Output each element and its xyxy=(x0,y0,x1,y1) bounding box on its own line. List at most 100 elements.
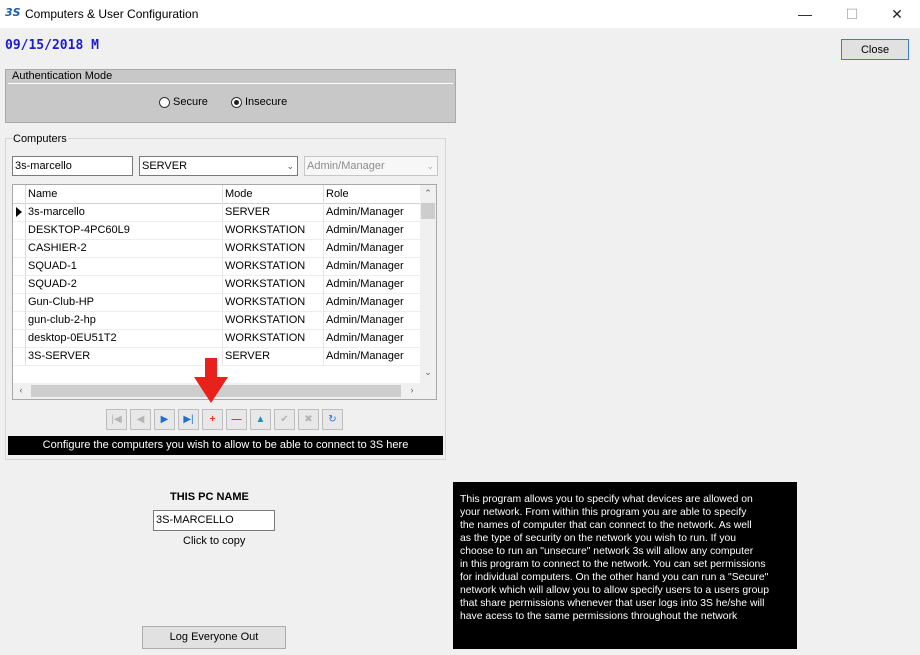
minimize-button[interactable]: — xyxy=(782,0,828,28)
cell-name: 3S-SERVER xyxy=(28,350,91,362)
cell-name: gun-club-2-hp xyxy=(28,314,96,326)
info-line: choose to run an "unsecure" network 3s w… xyxy=(460,546,754,557)
table-row[interactable]: Gun-Club-HP WORKSTATION Admin/Manager xyxy=(13,293,421,312)
window-title: Computers & User Configuration xyxy=(25,7,199,21)
grid-header: Name Mode Role xyxy=(13,185,421,204)
cell-mode: WORKSTATION xyxy=(225,242,306,254)
record-navigator: |◀ ◀ ▶ ▶| + — ▲ ✔ ✖ ↻ xyxy=(106,409,346,431)
cell-role: Admin/Manager xyxy=(326,350,404,362)
cancel-record-icon[interactable]: ✖ xyxy=(298,409,319,430)
table-row[interactable]: 3S-SERVER SERVER Admin/Manager xyxy=(13,347,421,366)
row-indicator xyxy=(13,203,26,221)
row-indicator xyxy=(13,221,26,239)
scroll-right-icon[interactable]: › xyxy=(404,385,420,395)
cell-name: SQUAD-1 xyxy=(28,260,77,272)
table-row[interactable]: 3s-marcello SERVER Admin/Manager xyxy=(13,203,421,222)
secure-radio[interactable]: Secure xyxy=(159,96,208,108)
scroll-up-icon[interactable]: ⌃ xyxy=(420,188,436,199)
maximize-button[interactable]: ☐ xyxy=(829,0,875,28)
cell-divider xyxy=(323,221,324,239)
vertical-scroll-thumb[interactable] xyxy=(421,203,435,219)
cell-mode: WORKSTATION xyxy=(225,278,306,290)
info-line: have acess to the same permissions throu… xyxy=(460,611,738,622)
cell-role: Admin/Manager xyxy=(326,260,404,272)
first-record-icon[interactable]: |◀ xyxy=(106,409,127,430)
info-line: your network. From within this program y… xyxy=(460,507,747,518)
cell-role: Admin/Manager xyxy=(326,242,404,254)
mode-select-value: SERVER xyxy=(142,160,188,172)
cell-role: Admin/Manager xyxy=(326,224,404,236)
cell-divider xyxy=(222,257,223,275)
role-select-value: Admin/Manager xyxy=(307,160,385,172)
cell-mode: SERVER xyxy=(225,206,271,218)
next-record-icon[interactable]: ▶ xyxy=(154,409,175,430)
cell-role: Admin/Manager xyxy=(326,314,404,326)
info-line: for individual computers. On the other h… xyxy=(460,572,769,583)
window-close-button[interactable]: ✕ xyxy=(874,0,920,28)
column-divider xyxy=(323,185,324,203)
row-indicator xyxy=(13,311,26,329)
cell-name: desktop-0EU51T2 xyxy=(28,332,117,344)
info-line: as the type of security on the network y… xyxy=(460,533,737,544)
info-line: network which will allow you to allow sp… xyxy=(460,585,769,596)
column-header-name[interactable]: Name xyxy=(28,188,57,200)
cell-divider xyxy=(222,347,223,365)
role-select[interactable]: Admin/Manager ⌄ xyxy=(304,156,438,176)
cell-divider xyxy=(222,329,223,347)
table-row[interactable]: DESKTOP-4PC60L9 WORKSTATION Admin/Manage… xyxy=(13,221,421,240)
cell-divider xyxy=(323,329,324,347)
secure-radio-circle[interactable] xyxy=(159,96,170,108)
table-row[interactable]: desktop-0EU51T2 WORKSTATION Admin/Manage… xyxy=(13,329,421,348)
chevron-down-icon[interactable]: ⌄ xyxy=(426,157,434,175)
info-panel: This program allows you to specify what … xyxy=(453,482,797,649)
table-row[interactable]: SQUAD-2 WORKSTATION Admin/Manager xyxy=(13,275,421,294)
cell-mode: WORKSTATION xyxy=(225,314,306,326)
table-row[interactable]: gun-club-2-hp WORKSTATION Admin/Manager xyxy=(13,311,421,330)
log-everyone-out-button[interactable]: Log Everyone Out xyxy=(142,626,286,649)
scroll-left-icon[interactable]: ‹ xyxy=(13,385,29,395)
cell-mode: WORKSTATION xyxy=(225,224,306,236)
row-indicator xyxy=(13,329,26,347)
computers-grid[interactable]: Name Mode Role 3s-marcello SERVER Admin/… xyxy=(12,184,437,400)
refresh-icon[interactable]: ↻ xyxy=(322,409,343,430)
cell-divider xyxy=(323,275,324,293)
cell-divider xyxy=(222,239,223,257)
table-row[interactable]: CASHIER-2 WORKSTATION Admin/Manager xyxy=(13,239,421,258)
cell-name: 3s-marcello xyxy=(28,206,85,218)
insecure-radio-circle[interactable] xyxy=(231,96,242,108)
delete-record-icon[interactable]: — xyxy=(226,409,247,430)
computer-name-input[interactable]: 3s-marcello xyxy=(12,156,133,176)
prior-record-icon[interactable]: ◀ xyxy=(130,409,151,430)
mode-select[interactable]: SERVER ⌄ xyxy=(139,156,298,176)
last-record-icon[interactable]: ▶| xyxy=(178,409,199,430)
pc-name-field[interactable]: 3S-MARCELLO xyxy=(153,510,275,531)
row-indicator xyxy=(13,347,26,365)
table-row[interactable]: SQUAD-1 WORKSTATION Admin/Manager xyxy=(13,257,421,276)
row-indicator xyxy=(13,275,26,293)
insecure-radio[interactable]: Insecure xyxy=(231,96,287,108)
scroll-down-icon[interactable]: ⌄ xyxy=(420,367,436,378)
edit-record-icon[interactable]: ▲ xyxy=(250,409,271,430)
annotation-arrow-head-icon xyxy=(194,377,228,403)
cell-divider xyxy=(323,293,324,311)
row-indicator xyxy=(13,257,26,275)
close-button[interactable]: Close xyxy=(841,39,909,60)
chevron-down-icon[interactable]: ⌄ xyxy=(286,157,294,175)
add-record-icon[interactable]: + xyxy=(202,409,223,430)
cell-divider xyxy=(323,311,324,329)
cell-mode: WORKSTATION xyxy=(225,296,306,308)
info-line: that share permissions whenever that use… xyxy=(460,598,765,609)
cell-divider xyxy=(323,347,324,365)
vertical-scrollbar[interactable]: ⌃ ⌄ xyxy=(420,185,436,383)
post-record-icon[interactable]: ✔ xyxy=(274,409,295,430)
click-to-copy-label[interactable]: Click to copy xyxy=(183,535,245,547)
column-header-role[interactable]: Role xyxy=(326,188,349,200)
computers-hint: Configure the computers you wish to allo… xyxy=(8,436,443,455)
cell-divider xyxy=(222,293,223,311)
cell-name: SQUAD-2 xyxy=(28,278,77,290)
column-divider xyxy=(222,185,223,203)
column-header-mode[interactable]: Mode xyxy=(225,188,253,200)
cell-divider xyxy=(323,257,324,275)
cell-mode: WORKSTATION xyxy=(225,260,306,272)
app-logo-icon: 3S xyxy=(5,6,21,19)
